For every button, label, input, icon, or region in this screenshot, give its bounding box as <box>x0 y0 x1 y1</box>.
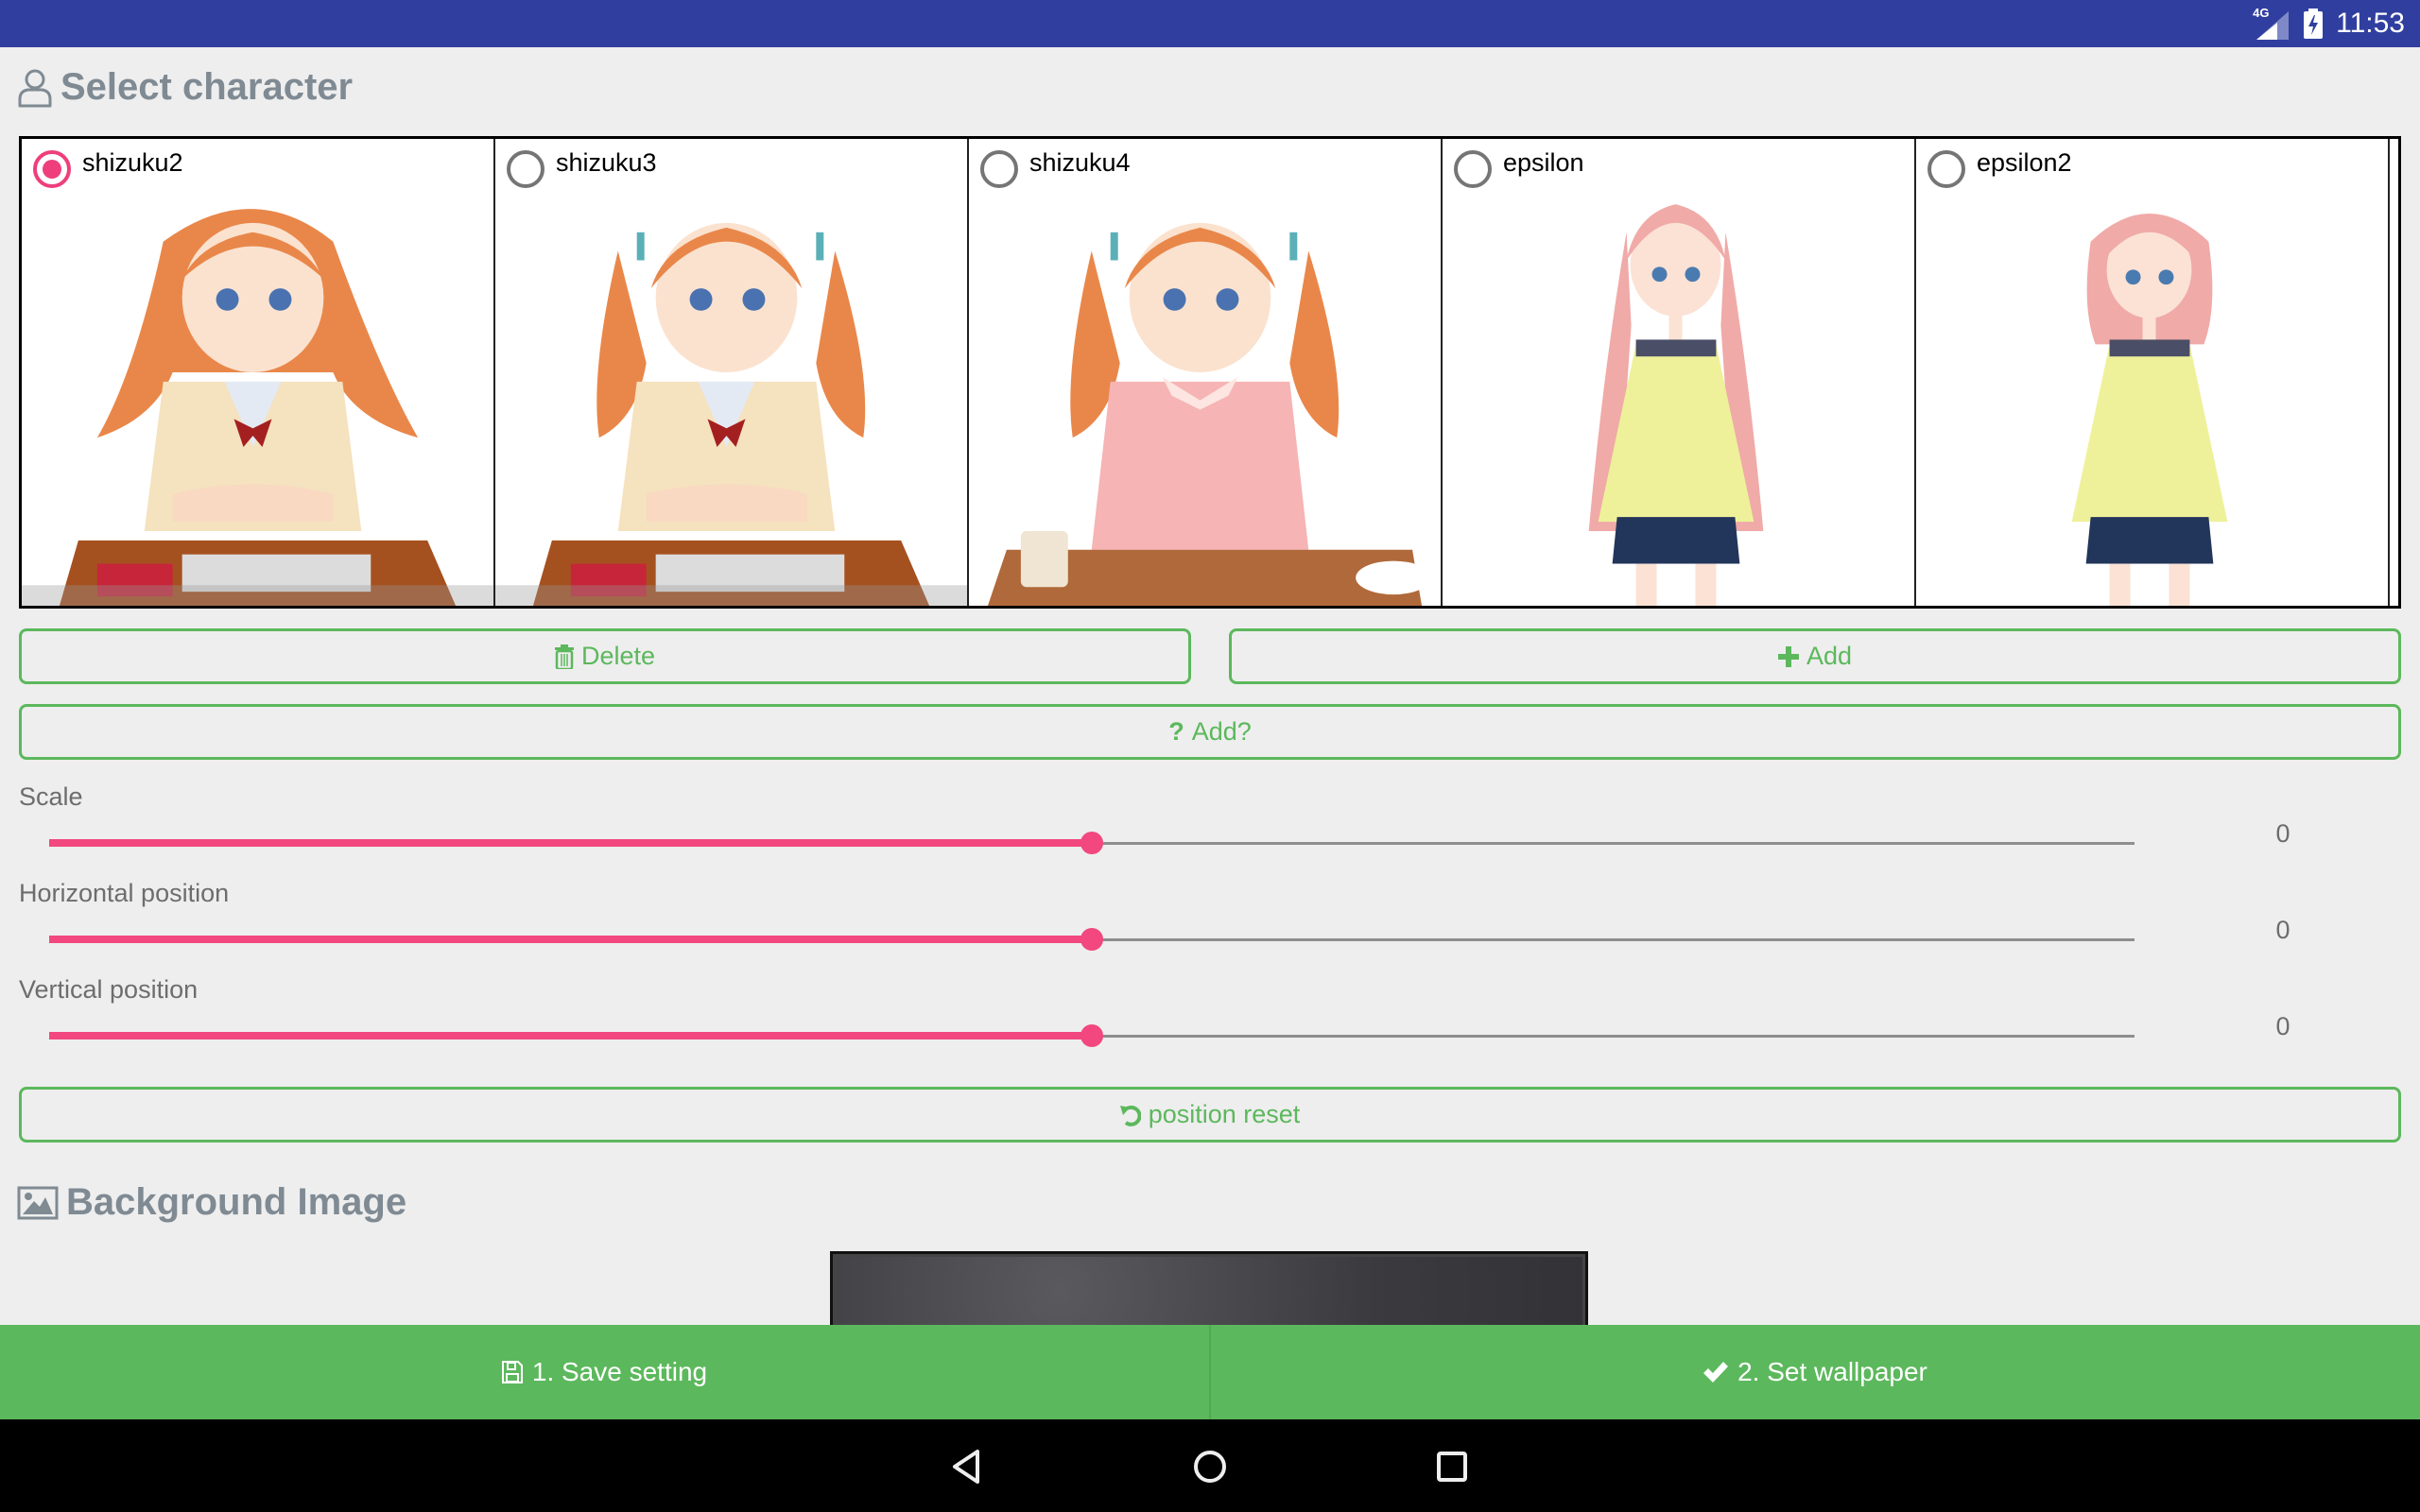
vertical-position-label: Vertical position <box>19 975 199 1004</box>
save-setting-label: 1. Save setting <box>531 1357 708 1386</box>
home-icon[interactable] <box>1189 1446 1231 1487</box>
character-thumbnail <box>495 222 967 606</box>
user-icon <box>18 69 52 107</box>
character-item-epsilon2[interactable]: epsilon2 <box>1916 139 2390 606</box>
recents-icon[interactable] <box>1431 1446 1473 1487</box>
add-label: Add <box>1806 642 1853 670</box>
question-icon: ? <box>1168 717 1184 746</box>
character-thumbnail <box>2071 214 2228 606</box>
character-radio[interactable] <box>980 150 1018 188</box>
check-icon <box>1703 1362 1729 1383</box>
chalkboard-texture <box>836 1257 1582 1325</box>
character-name: shizuku4 <box>1029 148 1131 177</box>
slider-fill <box>49 936 1092 943</box>
vertical-position-value: 0 <box>2275 1012 2290 1040</box>
slider-thumb[interactable] <box>1080 832 1103 854</box>
save-icon <box>501 1361 523 1383</box>
back-icon[interactable] <box>947 1446 989 1487</box>
character-radio[interactable] <box>1927 150 1965 188</box>
battery-charging-icon <box>2304 9 2324 39</box>
character-thumbnail <box>987 222 1432 606</box>
image-icon <box>17 1186 59 1219</box>
scale-label: Scale <box>19 782 83 811</box>
save-setting-button[interactable]: 1. Save setting <box>0 1325 1209 1419</box>
delete-label: Delete <box>580 642 656 670</box>
horizontal-position-slider[interactable] <box>49 925 2135 954</box>
undo-icon <box>1119 1105 1141 1126</box>
character-radio[interactable] <box>507 150 544 188</box>
background-image-preview[interactable] <box>830 1251 1588 1325</box>
character-item-partial[interactable] <box>2390 139 2398 606</box>
character-item-shizuku2[interactable]: shizuku2 <box>22 139 495 606</box>
add-button[interactable]: Add <box>1229 628 2401 684</box>
slider-thumb[interactable] <box>1080 928 1103 951</box>
character-list[interactable]: shizuku2 shizuku3 shizuku4 epsilon epsil… <box>19 136 2401 609</box>
slider-thumb[interactable] <box>1080 1024 1103 1047</box>
character-name: epsilon2 <box>1977 148 2072 177</box>
character-radio[interactable] <box>1454 150 1492 188</box>
delete-button[interactable]: Delete <box>19 628 1191 684</box>
character-item-epsilon[interactable]: epsilon <box>1443 139 1916 606</box>
slider-fill <box>49 839 1092 847</box>
character-item-shizuku3[interactable]: shizuku3 <box>495 139 969 606</box>
character-name: shizuku3 <box>556 148 657 177</box>
scale-slider[interactable] <box>49 829 2135 857</box>
character-name: shizuku2 <box>82 148 183 177</box>
scale-value: 0 <box>2275 819 2290 848</box>
status-bar: 4G 11:53 <box>0 0 2420 47</box>
select-character-heading: Select character <box>17 66 353 109</box>
background-image-title: Background Image <box>66 1181 407 1223</box>
plus-icon <box>1777 645 1799 667</box>
bottom-action-bar: 1. Save setting 2. Set wallpaper <box>0 1325 2420 1419</box>
character-thumbnail <box>22 209 493 606</box>
position-reset-label: position reset <box>1148 1100 1301 1128</box>
slider-fill <box>49 1032 1092 1040</box>
settings-content[interactable]: Select character shizuku2 shizuku3 shizu… <box>0 47 2420 1325</box>
character-thumbnail <box>1588 204 1764 606</box>
background-image-heading: Background Image <box>17 1181 406 1224</box>
add-help-label: Add? <box>1191 717 1252 746</box>
horizontal-position-label: Horizontal position <box>19 879 230 907</box>
trash-icon <box>554 644 574 669</box>
position-reset-button[interactable]: position reset <box>19 1087 2401 1143</box>
signal-4g-icon: 4G <box>2253 6 2290 40</box>
set-wallpaper-button[interactable]: 2. Set wallpaper <box>1211 1325 2420 1419</box>
add-help-button[interactable]: ? Add? <box>19 704 2401 760</box>
set-wallpaper-label: 2. Set wallpaper <box>1737 1357 1927 1386</box>
character-item-shizuku4[interactable]: shizuku4 <box>969 139 1443 606</box>
select-character-title: Select character <box>60 66 354 108</box>
character-name: epsilon <box>1503 148 1584 177</box>
vertical-position-slider[interactable] <box>49 1022 2135 1050</box>
character-radio-selected[interactable] <box>33 150 71 188</box>
horizontal-position-value: 0 <box>2275 916 2290 944</box>
navigation-bar <box>0 1419 2420 1512</box>
clock: 11:53 <box>2336 8 2405 39</box>
